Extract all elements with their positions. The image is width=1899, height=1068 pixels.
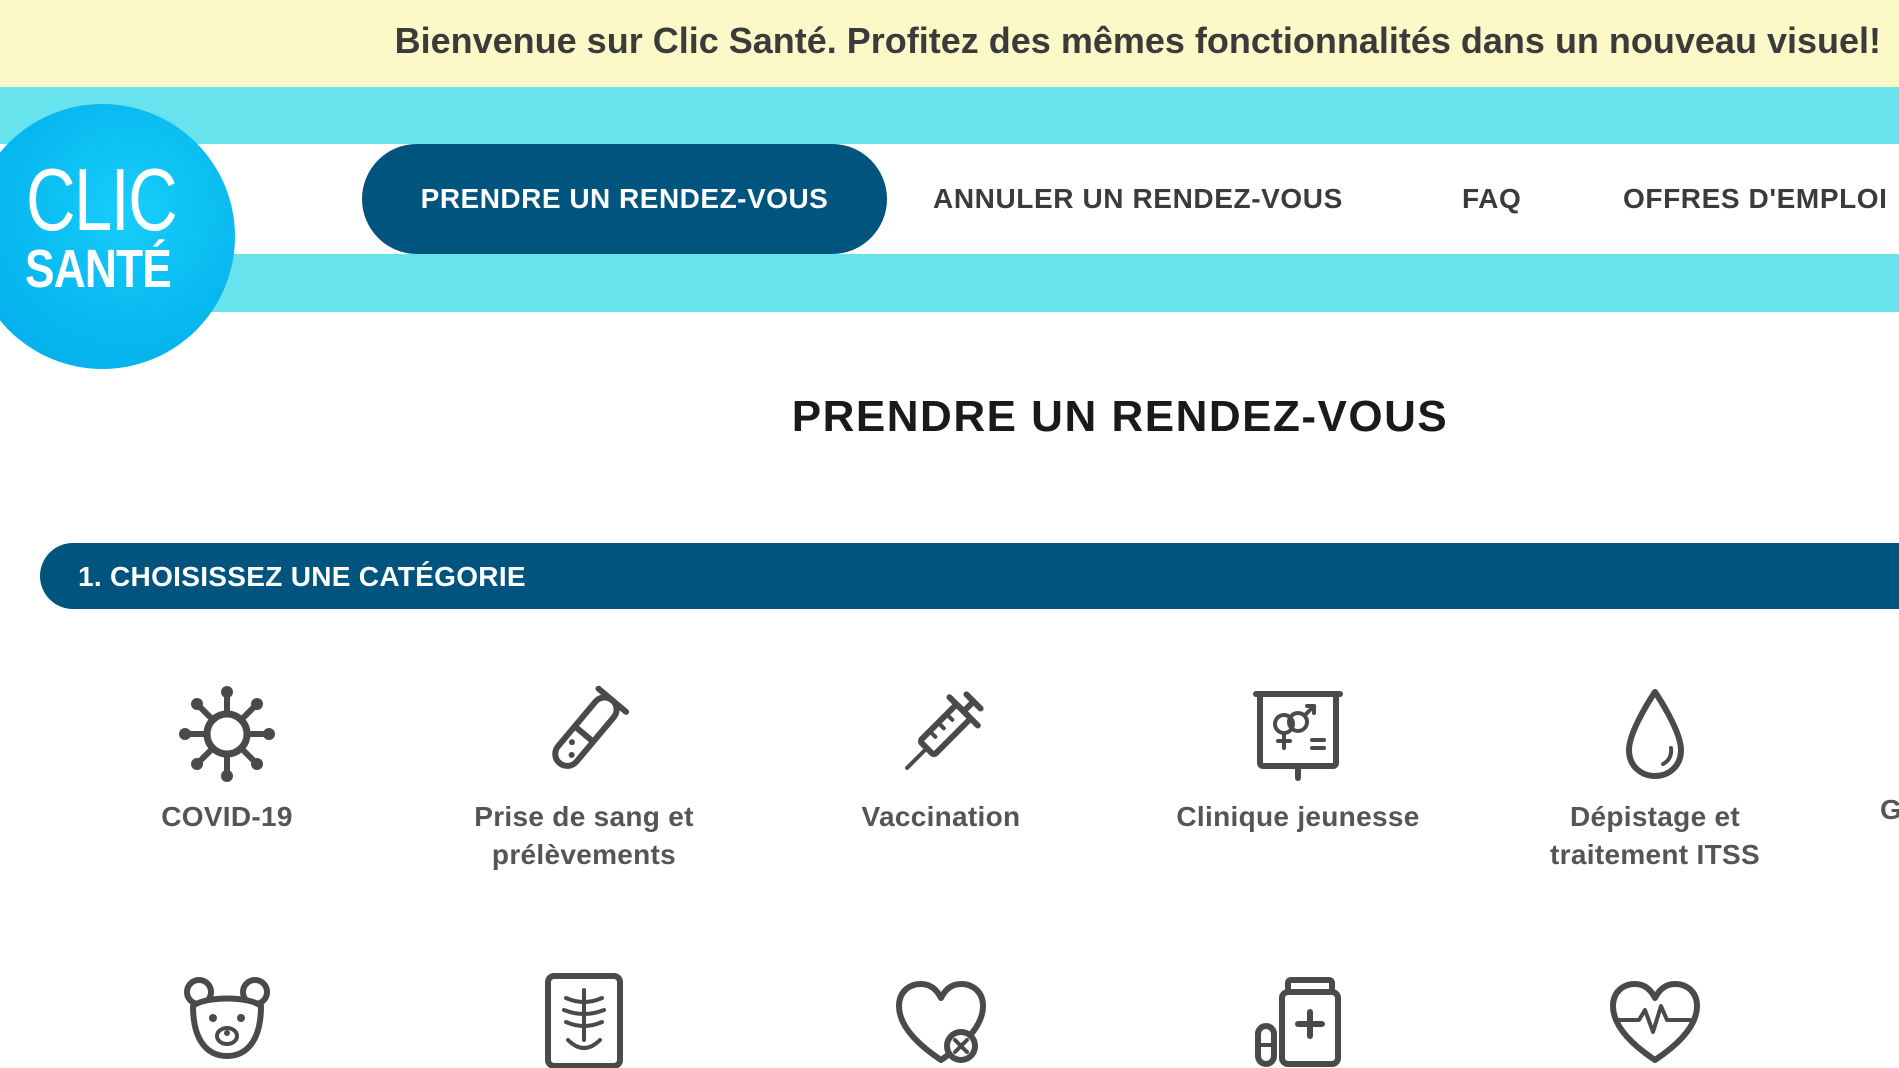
step-category-header: 1. CHOISISSEZ UNE CATÉGORIE	[40, 543, 1899, 609]
category-vaccination[interactable]: Vaccination	[791, 684, 1091, 836]
category-label: Vaccination	[861, 801, 1021, 832]
category-clinique-jeunesse[interactable]: Clinique jeunesse	[1148, 684, 1448, 836]
category-depistage-itss[interactable]: Dépistage et traitement ITSS	[1505, 684, 1805, 874]
category-row2-medicaments[interactable]	[1148, 970, 1448, 1068]
bear-icon	[184, 977, 270, 1059]
category-label: Dépistage et traitement ITSS	[1550, 801, 1760, 870]
logo-text-sante: SANTÉ	[25, 239, 172, 299]
nav-prendre-rendez-vous[interactable]: PRENDRE UN RENDEZ-VOUS	[362, 144, 887, 254]
page-title: PRENDRE UN RENDEZ-VOUS	[791, 392, 1449, 441]
virus-icon	[179, 686, 275, 782]
category-row2-cardiologie[interactable]	[1505, 970, 1805, 1068]
xray-icon	[545, 973, 623, 1068]
nav-annuler-rendez-vous[interactable]: ANNULER UN RENDEZ-VOUS	[933, 144, 1343, 254]
category-row2-radiologie[interactable]	[434, 970, 734, 1068]
category-row2-pediatrie[interactable]	[77, 970, 377, 1068]
nav-faq[interactable]: FAQ	[1462, 144, 1521, 254]
step-category-label: 1. CHOISISSEZ UNE CATÉGORIE	[78, 561, 526, 592]
heartbeat-icon	[1610, 981, 1700, 1063]
nav-offres-emploi[interactable]: OFFRES D'EMPLOI	[1623, 144, 1888, 254]
syringe-icon	[905, 691, 984, 770]
drop-icon	[1626, 689, 1684, 779]
heart-x-icon	[896, 981, 986, 1063]
category-label: COVID-19	[161, 801, 293, 832]
category-label: Prise de sang et prélèvements	[474, 801, 694, 870]
category-label: Clinique jeunesse	[1176, 801, 1420, 832]
logo-text-clic: CLIC	[26, 150, 178, 249]
category-prise-de-sang[interactable]: Prise de sang et prélèvements	[434, 684, 734, 874]
test-tube-icon	[552, 685, 630, 769]
category-covid19[interactable]: COVID-19	[77, 684, 377, 836]
category-partial-label[interactable]: G	[1880, 794, 1899, 826]
medication-icon	[1255, 977, 1341, 1067]
welcome-banner: Bienvenue sur Clic Santé. Profitez des m…	[0, 0, 1899, 87]
category-row2-sante-coeur[interactable]	[791, 970, 1091, 1068]
gender-board-icon	[1253, 691, 1343, 781]
welcome-banner-text: Bienvenue sur Clic Santé. Profitez des m…	[394, 20, 1881, 61]
